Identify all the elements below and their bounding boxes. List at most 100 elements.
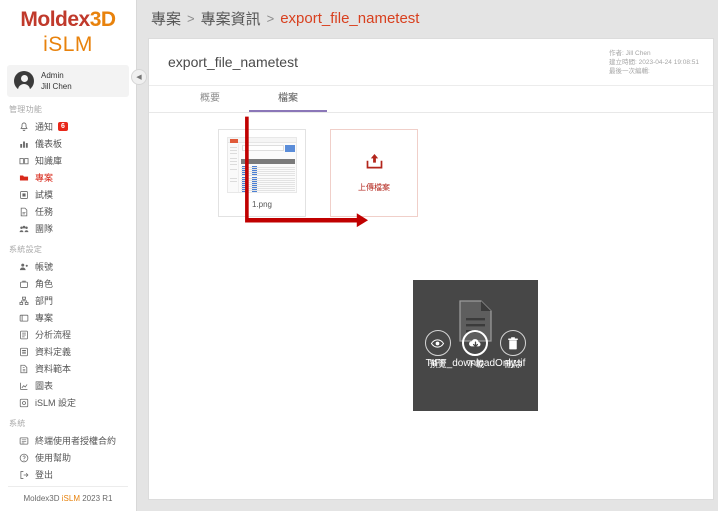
sidebar-item-label: 專案 <box>35 173 54 183</box>
data-definition-icon <box>18 346 29 357</box>
sidebar-item-5-s0[interactable]: 任務 <box>0 203 136 220</box>
help-icon <box>18 452 29 463</box>
cloud-download-icon <box>462 330 489 356</box>
sidebar-item-0-s0[interactable]: 通知 6 <box>0 118 136 135</box>
tab-bar: 概要 檔案 <box>149 86 713 113</box>
application-window: Moldex3D iSLM Admin Jill Chen 管理功能通知 6 儀表板… <box>0 0 718 511</box>
islm-settings-icon <box>18 397 29 408</box>
breadcrumb-item-current: export_file_nametest <box>280 9 420 27</box>
sidebar-item-label: 資料定義 <box>35 347 72 357</box>
brand-name-main: Moldex <box>20 8 90 31</box>
footer-islm: iSLM <box>61 494 80 503</box>
sidebar-item-2-s2[interactable]: 登出 <box>0 466 136 483</box>
sidebar-item-3-s1[interactable]: 專案 <box>0 309 136 326</box>
upload-icon <box>365 153 384 175</box>
brand-title: Moldex3D <box>0 8 136 32</box>
account-icon <box>18 261 29 272</box>
sidebar-item-label: 部門 <box>35 296 54 306</box>
upload-label: 上傳檔案 <box>358 183 390 192</box>
sidebar-item-1-s1[interactable]: 角色 <box>0 275 136 292</box>
file-card[interactable]: 1.png <box>218 129 306 217</box>
sidebar-item-6-s1[interactable]: 資料範本 <box>0 360 136 377</box>
breadcrumb-item-project-info[interactable]: 專案資訊 <box>201 8 261 29</box>
file-card-hovered[interactable]: 預覽 下載 刪除 TIFF_downloadOnly.tif <box>413 280 538 411</box>
sidebar-collapse-toggle[interactable]: ◀ <box>131 69 147 85</box>
user-names: Admin Jill Chen <box>41 70 72 92</box>
sidebar-item-2-s1[interactable]: 部門 <box>0 292 136 309</box>
sidebar-item-label: 圖表 <box>35 381 54 391</box>
sidebar-item-1-s2[interactable]: 使用幫助 <box>0 449 136 466</box>
sidebar-footer: Moldex3D iSLM 2023 R1 <box>8 486 128 503</box>
sidebar-item-label: 試模 <box>35 190 54 200</box>
sidebar-section-title: 系統設定 <box>9 245 43 254</box>
sidebar-item-4-s1[interactable]: 分析流程 <box>0 326 136 343</box>
content-panel: export_file_nametest 作者: Jill Chen 建立時間:… <box>148 38 714 500</box>
sidebar-item-0-s1[interactable]: 帳號 <box>0 258 136 275</box>
workflow-icon <box>18 329 29 340</box>
role-icon <box>18 278 29 289</box>
file-thumbnail <box>227 137 297 193</box>
sidebar-item-label: 終端使用者授權合約 <box>35 436 117 446</box>
sidebar-item-2-s0[interactable]: 知識庫 <box>0 152 136 169</box>
sidebar-nav: 管理功能 通知 6 儀表板 知識庫 專案 試模 任務 團隊 系統設定 帳號 角色 部門 專案 分析流程 資料定… <box>0 97 136 483</box>
team-icon <box>18 223 29 234</box>
logout-icon <box>18 469 29 480</box>
data-template-icon <box>18 363 29 374</box>
main-content: 專案 > 專案資訊 > export_file_nametest export_… <box>137 0 718 511</box>
sidebar-item-label: 登出 <box>35 470 54 480</box>
sidebar-section-title: 系統 <box>9 419 26 428</box>
dashboard-icon <box>18 138 29 149</box>
sidebar-item-6-s0[interactable]: 團隊 <box>0 220 136 237</box>
panel-header: export_file_nametest 作者: Jill Chen 建立時間:… <box>149 39 713 86</box>
eye-icon <box>424 330 451 356</box>
tab-0[interactable]: 概要 <box>171 86 249 112</box>
sidebar-item-0-s2[interactable]: 終端使用者授權合約 <box>0 432 136 449</box>
project-metadata: 作者: Jill Chen 建立時間: 2023-04-24 19:08:51 … <box>609 49 699 76</box>
sidebar-item-4-s0[interactable]: 試模 <box>0 186 136 203</box>
sidebar-item-7-s1[interactable]: 圖表 <box>0 377 136 394</box>
sidebar-item-label: 分析流程 <box>35 330 72 340</box>
sidebar-item-label: 儀表板 <box>35 139 63 149</box>
footer-prefix: Moldex3D <box>23 494 62 503</box>
sidebar-item-label: 角色 <box>35 279 54 289</box>
hovered-file-name: TIFF_downloadOnly.tif <box>425 358 526 369</box>
avatar <box>14 71 34 91</box>
file-name: 1.png <box>251 200 273 209</box>
user-name: Jill Chen <box>41 82 72 91</box>
folder-icon <box>18 172 29 183</box>
tab-1[interactable]: 檔案 <box>249 86 327 112</box>
sidebar-section-title: 管理功能 <box>9 105 43 114</box>
breadcrumb-separator: > <box>266 10 275 26</box>
sidebar-item-3-s0[interactable]: 專案 <box>0 169 136 186</box>
breadcrumb-separator: > <box>187 10 195 26</box>
sidebar-item-label: 專案 <box>35 313 54 323</box>
sidebar-item-8-s1[interactable]: iSLM 設定 <box>0 394 136 411</box>
user-card[interactable]: Admin Jill Chen <box>7 65 129 97</box>
brand-logo: Moldex3D iSLM <box>0 0 136 60</box>
meta-created: 建立時間: 2023-04-24 19:08:51 <box>609 58 699 66</box>
sidebar: Moldex3D iSLM Admin Jill Chen 管理功能通知 6 儀表板… <box>0 0 137 511</box>
brand-name-suffix: 3D <box>89 8 116 31</box>
bell-icon <box>18 121 29 132</box>
trash-icon <box>500 330 527 356</box>
task-icon <box>18 206 29 217</box>
breadcrumb-item-projects[interactable]: 專案 <box>151 8 181 29</box>
sidebar-item-1-s0[interactable]: 儀表板 <box>0 135 136 152</box>
meta-author: 作者: Jill Chen <box>609 49 651 57</box>
license-icon <box>18 435 29 446</box>
book-icon <box>18 155 29 166</box>
footer-version: 2023 R1 <box>80 494 113 503</box>
sidebar-item-label: 帳號 <box>35 262 54 272</box>
sidebar-item-label: iSLM 設定 <box>35 398 77 408</box>
chart-icon <box>18 380 29 391</box>
upload-file-button[interactable]: 上傳檔案 <box>330 129 418 217</box>
chevron-left-icon: ◀ <box>136 74 142 81</box>
mold-icon <box>18 189 29 200</box>
sidebar-item-label: 知識庫 <box>35 156 63 166</box>
sidebar-item-label: 任務 <box>35 207 54 217</box>
notification-badge: 6 <box>58 122 68 131</box>
brand-product: iSLM <box>43 33 93 56</box>
sidebar-item-label: 通知 <box>35 122 54 132</box>
sidebar-item-5-s1[interactable]: 資料定義 <box>0 343 136 360</box>
sidebar-item-label: 使用幫助 <box>35 453 72 463</box>
